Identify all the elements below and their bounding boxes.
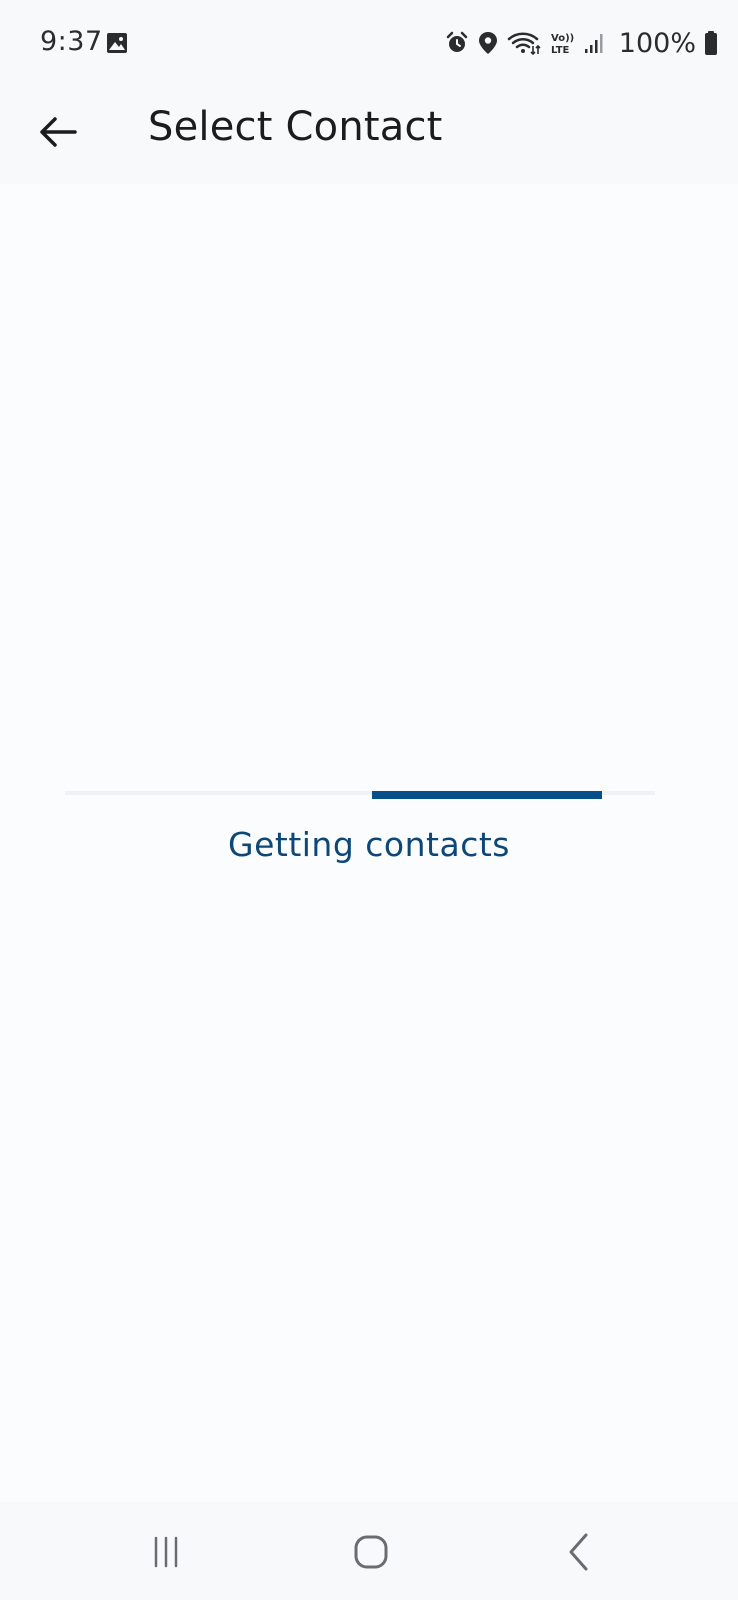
signal-icon xyxy=(583,31,607,55)
back-button[interactable] xyxy=(26,102,90,166)
alarm-icon xyxy=(445,31,469,55)
battery-percentage: 100% xyxy=(618,27,696,59)
volte-icon: Vo)) LTE xyxy=(549,30,575,56)
loading-label: Getting contacts xyxy=(228,825,510,864)
location-icon xyxy=(477,31,499,55)
app-bar: Select Contact xyxy=(0,82,738,184)
home-button[interactable] xyxy=(336,1526,406,1582)
page-title: Select Contact xyxy=(148,104,443,150)
svg-text:LTE: LTE xyxy=(551,45,570,56)
back-icon xyxy=(564,1532,594,1576)
gallery-icon xyxy=(106,32,128,54)
svg-text:Vo)): Vo)) xyxy=(551,33,574,44)
select-contact-screen: 9:37 Vo)) LTE 100% Select Contact Gettin… xyxy=(0,0,738,1600)
battery-icon xyxy=(704,30,718,56)
status-bar: 9:37 Vo)) LTE 100% xyxy=(0,0,738,82)
system-nav-bar xyxy=(0,1502,738,1600)
system-back-button[interactable] xyxy=(544,1526,614,1582)
arrow-left-icon xyxy=(39,116,77,152)
wifi-icon xyxy=(507,30,541,56)
recent-apps-icon xyxy=(149,1535,183,1573)
status-time: 9:37 xyxy=(40,26,103,57)
progress-indicator xyxy=(371,791,602,799)
status-icons: Vo)) LTE 100% xyxy=(445,26,718,60)
home-icon xyxy=(353,1534,389,1574)
recent-apps-button[interactable] xyxy=(131,1526,201,1582)
